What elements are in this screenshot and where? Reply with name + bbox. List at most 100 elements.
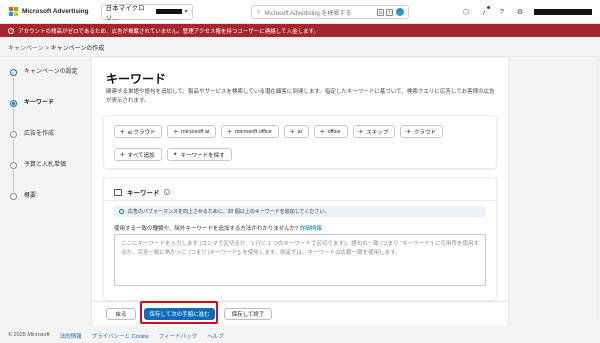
- suggestion-chips: + ai クラウド + microsoft ai + microsoft office…: [104, 116, 484, 161]
- chip-label: スキップ: [366, 129, 389, 136]
- search-icon: ⌕: [257, 8, 261, 15]
- step-label: キャンペーンの設定: [24, 69, 78, 75]
- step-keywords[interactable]: キーワード: [10, 99, 90, 130]
- footer-link-privacy[interactable]: プライバシーと Cookie: [92, 332, 149, 340]
- search-placeholder: Microsoft Advertising を検索する: [264, 10, 352, 17]
- breadcrumb-campaigns[interactable]: キャンペーン: [8, 46, 44, 52]
- info-icon[interactable]: i: [163, 189, 170, 195]
- error-icon: !: [8, 27, 14, 34]
- zero-balance-alert: ! アカウントの残高がゼロであるため、広告が掲載されていません。管理アクセス権を…: [0, 24, 600, 37]
- chip-label: クラウド: [413, 129, 436, 136]
- copilot-app-icon[interactable]: ⬡: [462, 8, 470, 16]
- breadcrumb-separator: >: [45, 46, 49, 52]
- account-name: 日本マイクロソ...: [105, 4, 145, 22]
- plus-icon: +: [289, 126, 295, 136]
- add-all-label: すべて追加: [127, 152, 155, 159]
- wizard-stepper: ✓ キャンペーンの設定 キーワード 広告を作成 予算と入札単価 概要: [10, 68, 90, 223]
- lightbulb-icon: [119, 209, 124, 214]
- notification-dot: [487, 6, 490, 9]
- step-pending-icon: [10, 162, 17, 169]
- step-campaign-settings[interactable]: ✓ キャンペーンの設定: [10, 68, 90, 99]
- match-type-help: 使用する一致の種類や、除外キーワードを追加する方法がわかりませんか? 詳細情報: [114, 224, 322, 232]
- chip-label: ai: [297, 128, 302, 135]
- section-divider: [104, 200, 496, 201]
- step-label: 広告を作成: [24, 131, 55, 137]
- highlight-outline: [140, 301, 218, 324]
- step-label: 予算と入札単価: [24, 162, 67, 168]
- step-connector: [13, 139, 14, 161]
- suggestion-chip[interactable]: + microsoft office: [221, 125, 279, 138]
- plus-icon: +: [227, 126, 232, 136]
- settings-gear-icon[interactable]: ⚙: [516, 8, 524, 16]
- breadcrumb-current: キャンペーンの作成: [50, 46, 105, 52]
- plus-icon: +: [173, 126, 179, 136]
- match-type-question: 使用する一致の種類や、除外キーワードを追加する方法がわかりませんか?: [114, 226, 299, 232]
- find-keywords-button[interactable]: ✦ キーワードを探す: [166, 148, 232, 161]
- find-keywords-label: キーワードを探す: [180, 152, 225, 159]
- page-footer: © 2025 Microsoft 法的情報 プライバシーと Cookie フィー…: [8, 332, 224, 340]
- help-icon[interactable]: ?: [498, 8, 506, 16]
- chevron-down-icon: ▾: [184, 9, 188, 15]
- plus-icon: +: [319, 126, 325, 136]
- shortcut-key-g: G: [377, 8, 384, 16]
- breadcrumb: キャンペーン > キャンペーンの作成: [8, 43, 104, 52]
- keywords-section-title: キーワード: [127, 190, 160, 197]
- search-box[interactable]: ⌕ Microsoft Advertising を検索する G T: [251, 5, 409, 19]
- keyword-list-icon: [114, 188, 122, 196]
- copyright: © 2025 Microsoft: [8, 332, 50, 338]
- top-icons: ⬡ ♪ ? ⚙: [462, 0, 600, 24]
- step-budget-bids[interactable]: 予算と入札単価: [10, 161, 90, 192]
- sparkle-icon: ✦: [172, 151, 178, 158]
- notification-bell-icon[interactable]: ♪: [480, 6, 490, 16]
- add-all-button[interactable]: + すべて追加: [114, 148, 162, 161]
- brand-name: Microsoft Advertising: [22, 8, 89, 15]
- save-exit-button[interactable]: 保存して終了: [224, 308, 272, 320]
- tip-text: 広告のパフォーマンスを向上させるために、20 個以上のキーワードを追加してくださ…: [128, 209, 330, 215]
- user-account-redacted[interactable]: [534, 9, 592, 15]
- keyword-suggestions-card: + ai クラウド + microsoft ai + microsoft office…: [104, 116, 496, 168]
- plus-icon: +: [120, 126, 125, 136]
- suggestion-chip[interactable]: + ai クラウド: [114, 125, 163, 138]
- back-button[interactable]: 戻る: [106, 308, 136, 320]
- step-review[interactable]: 概要: [10, 192, 90, 223]
- step-connector: [13, 108, 14, 130]
- alert-text: アカウントの残高がゼロであるため、広告が掲載されていません。管理アクセス権を持つ…: [18, 28, 320, 35]
- footer-link-help[interactable]: ヘルプ: [207, 332, 224, 340]
- account-id-redacted: [155, 9, 182, 14]
- step-create-ads[interactable]: 広告を作成: [10, 130, 90, 161]
- step-label: キーワード: [24, 100, 55, 106]
- step-connector: [13, 77, 14, 99]
- footer-link-legal[interactable]: 法的情報: [60, 332, 82, 340]
- plus-icon: +: [358, 126, 364, 136]
- account-selector[interactable]: 日本マイクロソ... ▾: [100, 3, 193, 22]
- step-current-icon: [10, 100, 17, 107]
- suggestion-chip[interactable]: + office: [313, 125, 348, 138]
- keywords-textarea[interactable]: ここにキーワードを入力します (コンマで区切るか、1 行に 1 つのキーワードで…: [114, 234, 486, 286]
- step-check-icon: ✓: [10, 69, 17, 76]
- keywords-entry-card: キーワード i 広告のパフォーマンスを向上させるために、20 個以上のキーワード…: [104, 178, 496, 300]
- keywords-section-header: キーワード i: [114, 187, 170, 197]
- page-description: 関連する単語や語句を追加して、製品やサービスを検索している潜在顧客に到達します。…: [106, 89, 495, 104]
- copilot-icon[interactable]: [396, 8, 404, 16]
- chip-label: microsoft ai: [181, 128, 210, 135]
- step-connector: [13, 170, 14, 192]
- chip-label: office: [327, 128, 341, 135]
- details-link[interactable]: 詳細情報: [300, 226, 322, 232]
- plus-icon: +: [120, 149, 125, 159]
- breadcrumb-divider: [0, 56, 600, 57]
- suggestion-chip[interactable]: + microsoft ai: [167, 125, 217, 138]
- keyword-tip-banner: 広告のパフォーマンスを向上させるために、20 個以上のキーワードを追加してくださ…: [114, 206, 486, 217]
- suggestion-chip[interactable]: + クラウド: [400, 125, 443, 138]
- scrollbar[interactable]: [596, 58, 600, 320]
- step-label: 概要: [24, 193, 37, 199]
- footer-link-feedback[interactable]: フィードバック: [159, 332, 197, 340]
- step-pending-icon: [10, 131, 17, 138]
- suggestion-chip[interactable]: + ai: [283, 125, 309, 138]
- shortcut-key-t: T: [386, 8, 393, 16]
- page-title: キーワード: [106, 72, 167, 86]
- microsoft-logo-icon: [9, 7, 18, 16]
- chip-label: ai クラウド: [127, 129, 156, 136]
- suggestion-chip[interactable]: + スキップ: [352, 125, 396, 138]
- main-panel: キーワード 関連する単語や語句を追加して、製品やサービスを検索している潜在顧客に…: [91, 58, 509, 320]
- step-pending-icon: [10, 193, 17, 200]
